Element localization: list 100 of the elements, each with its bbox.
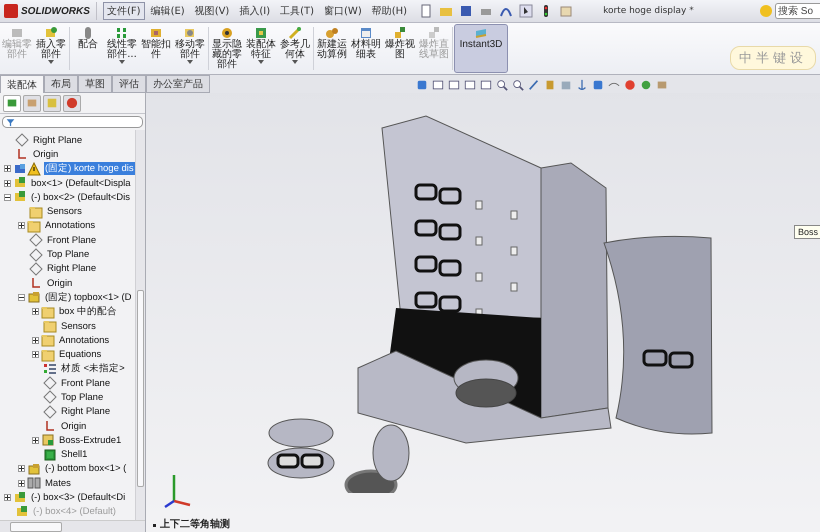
tree-item[interactable]: Front Plane: [60, 378, 112, 389]
tab[interactable]: 布局: [44, 75, 78, 93]
menu-item[interactable]: 视图(V): [190, 2, 234, 20]
graphics-viewport[interactable]: 上下二等角轴测 Boss: [146, 93, 820, 532]
command-button[interactable]: 插入零部件: [34, 24, 68, 73]
expand-toggle[interactable]: [4, 180, 11, 187]
tree-item[interactable]: Sensors: [60, 320, 97, 332]
tree-item[interactable]: (固定) topbox<1> (D: [44, 290, 133, 304]
tab[interactable]: 评估: [112, 75, 146, 93]
menu-item[interactable]: 插入(I): [235, 2, 274, 20]
caret-icon[interactable]: [258, 60, 264, 64]
tree-item[interactable]: Front Plane: [46, 234, 98, 246]
pane-icon[interactable]: [448, 79, 460, 91]
tree-item[interactable]: Shell1: [60, 449, 88, 460]
command-button[interactable]: 智能扣件: [139, 24, 173, 73]
sphere-icon[interactable]: [624, 79, 636, 91]
instant3d-icon: [474, 26, 488, 40]
menu-item[interactable]: 工具(T): [276, 2, 318, 20]
caret-icon[interactable]: [187, 60, 193, 64]
tab[interactable]: 办公室产品: [146, 75, 210, 93]
command-button[interactable]: 材料明细表: [349, 24, 383, 73]
tree-item[interactable]: (固定) korte hoge dis: [44, 162, 135, 176]
menu-item[interactable]: 窗口(W): [320, 2, 366, 20]
command-button[interactable]: 显示隐藏的零部件: [210, 24, 244, 73]
expand-toggle[interactable]: [18, 465, 25, 472]
tree-item[interactable]: box<1> (Default<Displa: [30, 178, 132, 189]
expand-toggle[interactable]: [18, 222, 25, 230]
pane-icon[interactable]: [480, 79, 492, 91]
caret-icon[interactable]: [119, 60, 125, 64]
expand-toggle[interactable]: [32, 436, 39, 444]
menu-item[interactable]: 编辑(E): [146, 2, 189, 20]
anchor-icon[interactable]: [576, 79, 588, 91]
tree-item[interactable]: Sensors: [46, 206, 83, 218]
tree-item[interactable]: Origin: [32, 148, 60, 160]
command-button[interactable]: 参考几何体: [278, 24, 312, 73]
app-logo: SOLIDWORKS: [21, 6, 90, 16]
appearance-tab[interactable]: [63, 94, 81, 112]
expand-toggle[interactable]: [32, 351, 39, 358]
box-icon: [26, 97, 38, 109]
tree-item[interactable]: Top Plane: [60, 392, 104, 403]
expand-toggle[interactable]: [4, 165, 11, 172]
command-button[interactable]: 配合: [71, 24, 105, 73]
pattern-icon: [115, 26, 129, 40]
tree-item[interactable]: Annotations: [58, 334, 110, 346]
zoom-icon[interactable]: [496, 79, 508, 91]
tree-item[interactable]: Right Plane: [32, 134, 84, 146]
tab[interactable]: 装配体: [0, 75, 44, 93]
tab[interactable]: 草图: [78, 75, 112, 93]
tree-item[interactable]: box 中的配合: [58, 305, 118, 318]
collapse-toggle[interactable]: [4, 194, 11, 201]
search-field[interactable]: 搜索 So: [775, 3, 820, 19]
menu-item[interactable]: 帮助(H): [368, 2, 412, 20]
collapse-toggle[interactable]: [18, 294, 25, 301]
tree-item[interactable]: Right Plane: [46, 263, 98, 274]
move-icon: [183, 26, 197, 40]
cube-icon[interactable]: [592, 79, 604, 91]
assembly-icon: [13, 490, 27, 505]
fastener-icon: [149, 26, 163, 40]
tree-item[interactable]: Mates: [44, 478, 72, 489]
tree-item[interactable]: Annotations: [44, 220, 96, 232]
expand-toggle[interactable]: [32, 308, 39, 316]
tree-item[interactable]: Boss-Extrude1: [58, 434, 122, 446]
vertical-scrollbar[interactable]: [135, 130, 145, 520]
expand-toggle[interactable]: [32, 336, 39, 344]
gear-icon: [325, 26, 339, 40]
pane-icon[interactable]: [464, 79, 476, 91]
command-button[interactable]: 装配体特征: [244, 24, 278, 73]
tree-item[interactable]: (-) bottom box<1> (: [44, 463, 128, 474]
expand-toggle[interactable]: [18, 480, 25, 487]
expand-toggle[interactable]: [4, 494, 11, 502]
feature-tree-tab[interactable]: [3, 94, 21, 112]
command-button[interactable]: 移动零部件: [173, 24, 207, 73]
options-icon: [559, 4, 574, 18]
tree-item[interactable]: Top Plane: [46, 249, 90, 260]
pane-icon[interactable]: [432, 79, 444, 91]
help-icon: [759, 4, 773, 18]
menu-item[interactable]: 文件(F): [103, 2, 145, 20]
command-button[interactable]: Instant3D: [454, 24, 508, 73]
horizontal-scrollbar[interactable]: [0, 520, 145, 532]
command-button[interactable]: 线性零部件...: [105, 24, 139, 73]
command-button[interactable]: 爆炸视图: [383, 24, 417, 73]
caret-icon[interactable]: [48, 60, 54, 64]
tree-item[interactable]: 材质 <未指定>: [60, 362, 126, 376]
tree-item[interactable]: Origin: [46, 278, 74, 289]
tree-item[interactable]: Origin: [60, 420, 88, 432]
caret-icon[interactable]: [292, 60, 298, 64]
assembly-icon: [15, 504, 29, 519]
tree-item[interactable]: Equations: [58, 349, 102, 360]
zoom-icon[interactable]: [512, 79, 524, 91]
cube-icon[interactable]: [416, 79, 428, 91]
tree-item[interactable]: (-) box<2> (Default<Dis: [30, 192, 131, 203]
explode-line-icon: [427, 26, 441, 40]
filter-field[interactable]: [2, 116, 143, 128]
save-icon: [459, 4, 474, 18]
tree-item[interactable]: Right Plane: [60, 406, 112, 418]
pen-icon[interactable]: [528, 79, 540, 91]
tree-item[interactable]: (-) box<3> (Default<Di: [30, 492, 126, 504]
command-button[interactable]: 新建运动算例: [315, 24, 349, 73]
color-wheel-icon: [66, 97, 78, 109]
assembly-icon: [6, 97, 18, 109]
